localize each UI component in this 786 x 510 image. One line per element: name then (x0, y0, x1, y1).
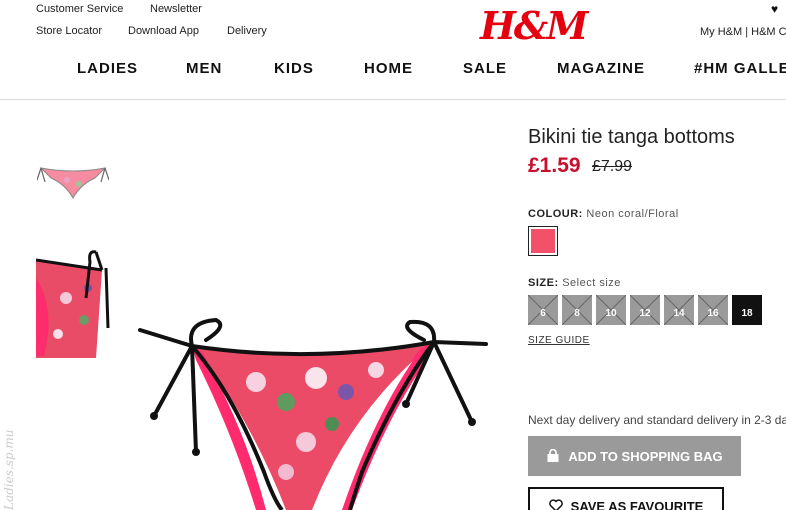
nav-hm-gallery[interactable]: #HM GALLE (694, 60, 786, 77)
shopping-bag-icon (547, 449, 559, 462)
thumbnail-image-2[interactable] (36, 248, 110, 358)
favourites-heart-icon[interactable]: ♥ (771, 2, 778, 16)
hm-logo-text: H&M (480, 3, 588, 48)
size-option-label: 10 (605, 307, 617, 319)
save-favourite-button[interactable]: SAVE AS FAVOURITE (528, 487, 724, 510)
store-locator-link[interactable]: Store Locator (36, 25, 102, 37)
nav-divider (0, 99, 786, 100)
size-option[interactable]: 12 (630, 295, 660, 325)
product-price: £1.59 (528, 154, 581, 177)
size-option-label: 16 (707, 307, 719, 319)
main-nav: LADIES MEN KIDS HOME SALE MAGAZINE #HM G… (0, 60, 786, 82)
size-option-label: 6 (540, 307, 546, 319)
nav-kids[interactable]: KIDS (274, 60, 314, 77)
colour-value: Neon coral/Floral (586, 208, 679, 220)
product-old-price: £7.99 (592, 158, 633, 175)
hm-logo[interactable]: H&M (480, 3, 588, 48)
thumbnail-image-1[interactable] (37, 160, 109, 202)
colour-swatch-fill (531, 229, 555, 253)
colour-swatch[interactable] (528, 226, 558, 256)
add-to-bag-button[interactable]: ADD TO SHOPPING BAG (528, 436, 741, 476)
account-links[interactable]: My H&M | H&M Cl (700, 26, 786, 38)
size-option[interactable]: 6 (528, 295, 558, 325)
size-guide-link[interactable]: SIZE GUIDE (528, 335, 590, 346)
size-option-label: 8 (574, 307, 580, 319)
delivery-info: Next day delivery and standard delivery … (528, 413, 786, 427)
size-option-label: 18 (741, 307, 753, 319)
size-placeholder: Select size (562, 277, 621, 289)
product-main-image[interactable] (136, 312, 490, 510)
size-option[interactable]: 8 (562, 295, 592, 325)
size-option-label: 12 (639, 307, 651, 319)
colour-row: COLOUR: Neon coral/Floral (528, 208, 679, 220)
nav-home[interactable]: HOME (364, 60, 413, 77)
nav-men[interactable]: MEN (186, 60, 222, 77)
colour-label: COLOUR: (528, 208, 583, 220)
watermark: Ladies.sp.mu (2, 429, 16, 510)
size-label: SIZE: (528, 277, 559, 289)
nav-sale[interactable]: SALE (463, 60, 507, 77)
size-option[interactable]: 16 (698, 295, 728, 325)
product-title: Bikini tie tanga bottoms (528, 126, 735, 148)
size-option[interactable]: 18 (732, 295, 762, 325)
add-to-bag-label: ADD TO SHOPPING BAG (568, 448, 723, 464)
nav-magazine[interactable]: MAGAZINE (557, 60, 645, 77)
download-app-link[interactable]: Download App (128, 25, 199, 37)
heart-outline-icon (548, 499, 563, 510)
customer-service-link[interactable]: Customer Service (36, 3, 123, 15)
newsletter-link[interactable]: Newsletter (150, 3, 202, 15)
nav-ladies[interactable]: LADIES (77, 60, 138, 77)
save-favourite-label: SAVE AS FAVOURITE (570, 499, 704, 510)
delivery-link[interactable]: Delivery (227, 25, 267, 37)
size-option[interactable]: 10 (596, 295, 626, 325)
size-row: SIZE: Select size (528, 277, 621, 289)
size-option-label: 14 (673, 307, 685, 319)
size-option[interactable]: 14 (664, 295, 694, 325)
